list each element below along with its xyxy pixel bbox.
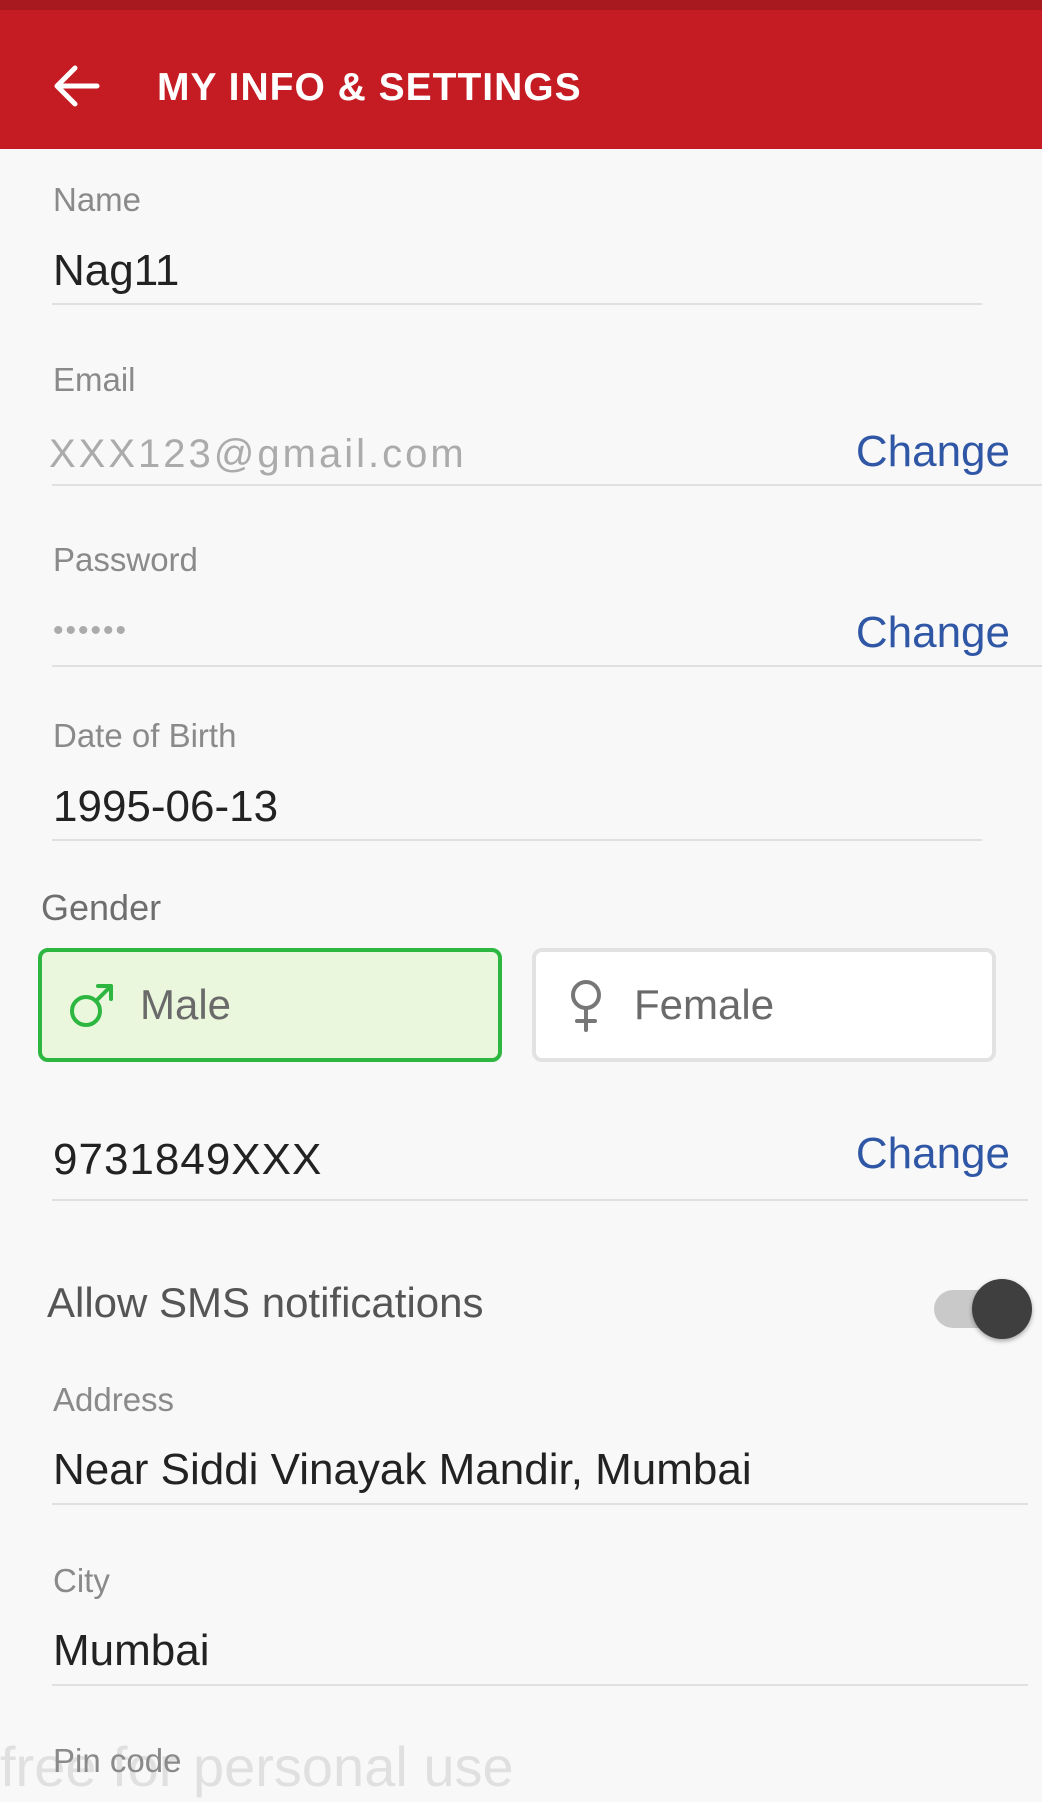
gender-option-label: Male	[140, 981, 232, 1028]
back-button[interactable]	[44, 54, 108, 118]
address-underline	[52, 1503, 1028, 1505]
email-label: Email	[53, 361, 136, 398]
sms-notifications-toggle[interactable]	[934, 1279, 1034, 1339]
city-underline	[52, 1684, 1028, 1686]
change-email-button[interactable]: Change	[856, 425, 1010, 479]
password-underline	[52, 665, 1042, 667]
address-input[interactable]: Near Siddi Vinayak Mandir, Mumbai	[53, 1443, 752, 1497]
toggle-thumb	[972, 1279, 1032, 1339]
phone-field: 9731849XXX	[53, 1135, 323, 1184]
address-label: Address	[53, 1381, 175, 1418]
sms-notifications-label: Allow SMS notifications	[47, 1279, 484, 1326]
female-icon	[560, 979, 612, 1032]
city-label: City	[53, 1562, 110, 1599]
gender-option-male[interactable]: Male	[38, 948, 502, 1062]
watermark: free for personal use	[0, 1735, 514, 1798]
change-phone-button[interactable]: Change	[856, 1127, 1010, 1181]
arrow-left-icon	[54, 65, 100, 107]
phone-underline	[52, 1199, 1028, 1201]
name-input[interactable]: Nag11	[53, 244, 179, 298]
change-password-button[interactable]: Change	[856, 606, 1010, 660]
gender-option-female[interactable]: Female	[532, 948, 996, 1062]
email-underline	[52, 484, 1042, 486]
male-icon	[66, 979, 118, 1031]
dob-label: Date of Birth	[53, 717, 237, 754]
city-input[interactable]: Mumbai	[53, 1624, 210, 1678]
app-bar: MY INFO & SETTINGS	[0, 10, 1042, 149]
password-field: ••••••	[53, 614, 129, 647]
name-underline	[52, 303, 982, 305]
dob-underline	[52, 839, 982, 841]
dob-input[interactable]: 1995-06-13	[53, 780, 278, 834]
name-label: Name	[53, 181, 142, 218]
page-title: MY INFO & SETTINGS	[157, 66, 582, 109]
gender-label: Gender	[41, 887, 162, 928]
password-label: Password	[53, 541, 198, 578]
gender-option-label: Female	[634, 981, 775, 1028]
email-field: XXX123@gmail.com	[49, 432, 467, 476]
status-strip	[0, 0, 1042, 10]
